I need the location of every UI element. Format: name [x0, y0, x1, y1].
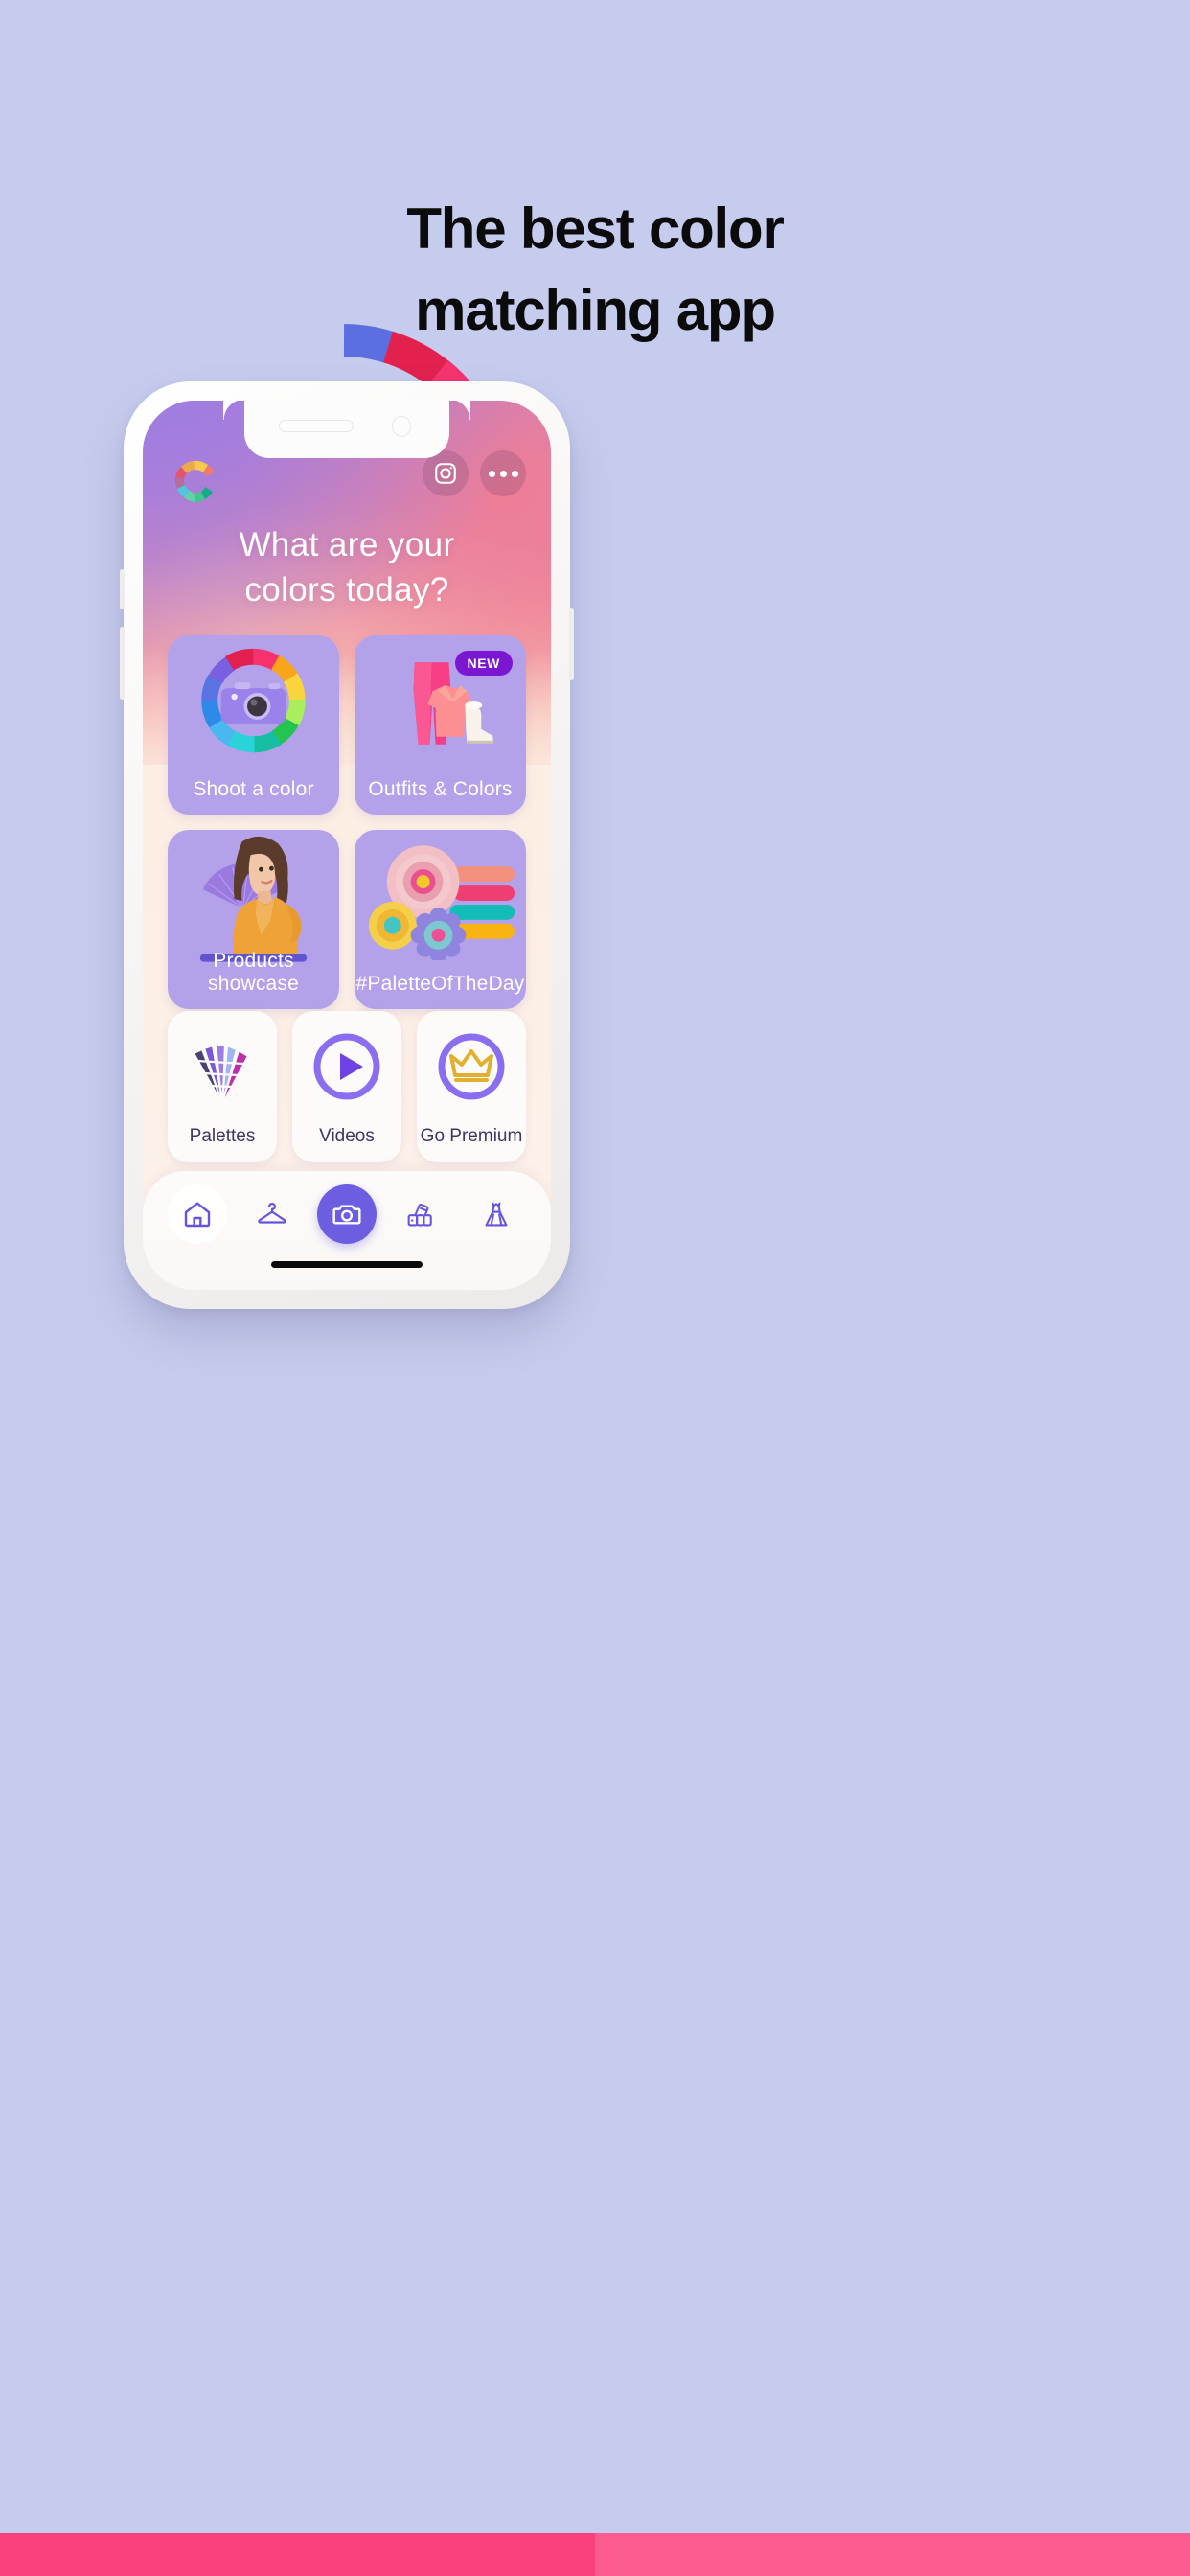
nav-item-palettes[interactable] — [392, 1184, 451, 1244]
card-label: Shoot a color — [193, 778, 314, 800]
crown-icon — [417, 1026, 526, 1107]
card-outfits-and-colors[interactable]: NEW Outfits & Colors — [355, 635, 526, 815]
card-palette-of-the-day[interactable]: #PaletteOfTheDay — [355, 830, 526, 1009]
nav-item-outfits[interactable] — [467, 1184, 526, 1244]
card-label: Go Premium — [420, 1126, 523, 1146]
color-wheel-camera-icon — [168, 641, 339, 766]
card-label: Products showcase — [208, 950, 299, 995]
phone-screen: What are your colors today? Shoot a colo… — [143, 401, 551, 1290]
more-options-button[interactable] — [480, 450, 526, 496]
phone-power-button — [569, 608, 574, 680]
card-label: Videos — [319, 1126, 375, 1146]
card-label: Palettes — [189, 1126, 256, 1146]
play-circle-icon — [292, 1026, 401, 1107]
hero-heading-line-1: What are your — [239, 526, 455, 564]
swatch-fan-icon — [168, 1026, 277, 1107]
bottom-color-strip-right — [595, 2533, 1190, 2576]
bottom-navigation-bar — [143, 1171, 551, 1290]
new-badge: NEW — [454, 651, 513, 676]
nav-item-camera[interactable] — [317, 1184, 377, 1244]
phone-notch — [223, 401, 470, 458]
home-indicator — [271, 1261, 423, 1268]
card-palettes[interactable]: Palettes — [168, 1011, 277, 1162]
nav-item-home[interactable] — [168, 1184, 227, 1244]
hero-heading-line-2: colors today? — [244, 570, 449, 609]
feature-card-grid: Shoot a color NEW Outfits & Colors Produ… — [168, 635, 526, 1009]
card-label: #PaletteOfTheDay — [355, 973, 525, 995]
page-title: The best color matching app — [0, 188, 1190, 351]
speaker-slot-icon — [279, 420, 354, 432]
card-go-premium[interactable]: Go Premium — [417, 1011, 526, 1162]
card-shoot-a-color[interactable]: Shoot a color — [168, 635, 339, 815]
hero-heading: What are your colors today? — [143, 523, 551, 612]
model-photo-icon — [168, 836, 339, 962]
card-label: Outfits & Colors — [368, 778, 513, 800]
bottom-color-strip — [0, 2533, 1190, 2576]
card-videos[interactable]: Videos — [292, 1011, 401, 1162]
page-title-line-1: The best color — [406, 196, 784, 261]
more-dots-icon — [488, 470, 518, 477]
quick-action-row: Palettes Videos Go Premium — [168, 1011, 526, 1162]
flowers-palette-icon — [355, 836, 526, 963]
color-wheel-logo-icon — [172, 458, 219, 506]
card-products-showcase[interactable]: Products showcase — [168, 830, 339, 1009]
nav-item-wardrobe[interactable] — [242, 1184, 302, 1244]
front-camera-icon — [392, 416, 411, 437]
phone-mockup: What are your colors today? Shoot a colo… — [120, 381, 574, 1309]
